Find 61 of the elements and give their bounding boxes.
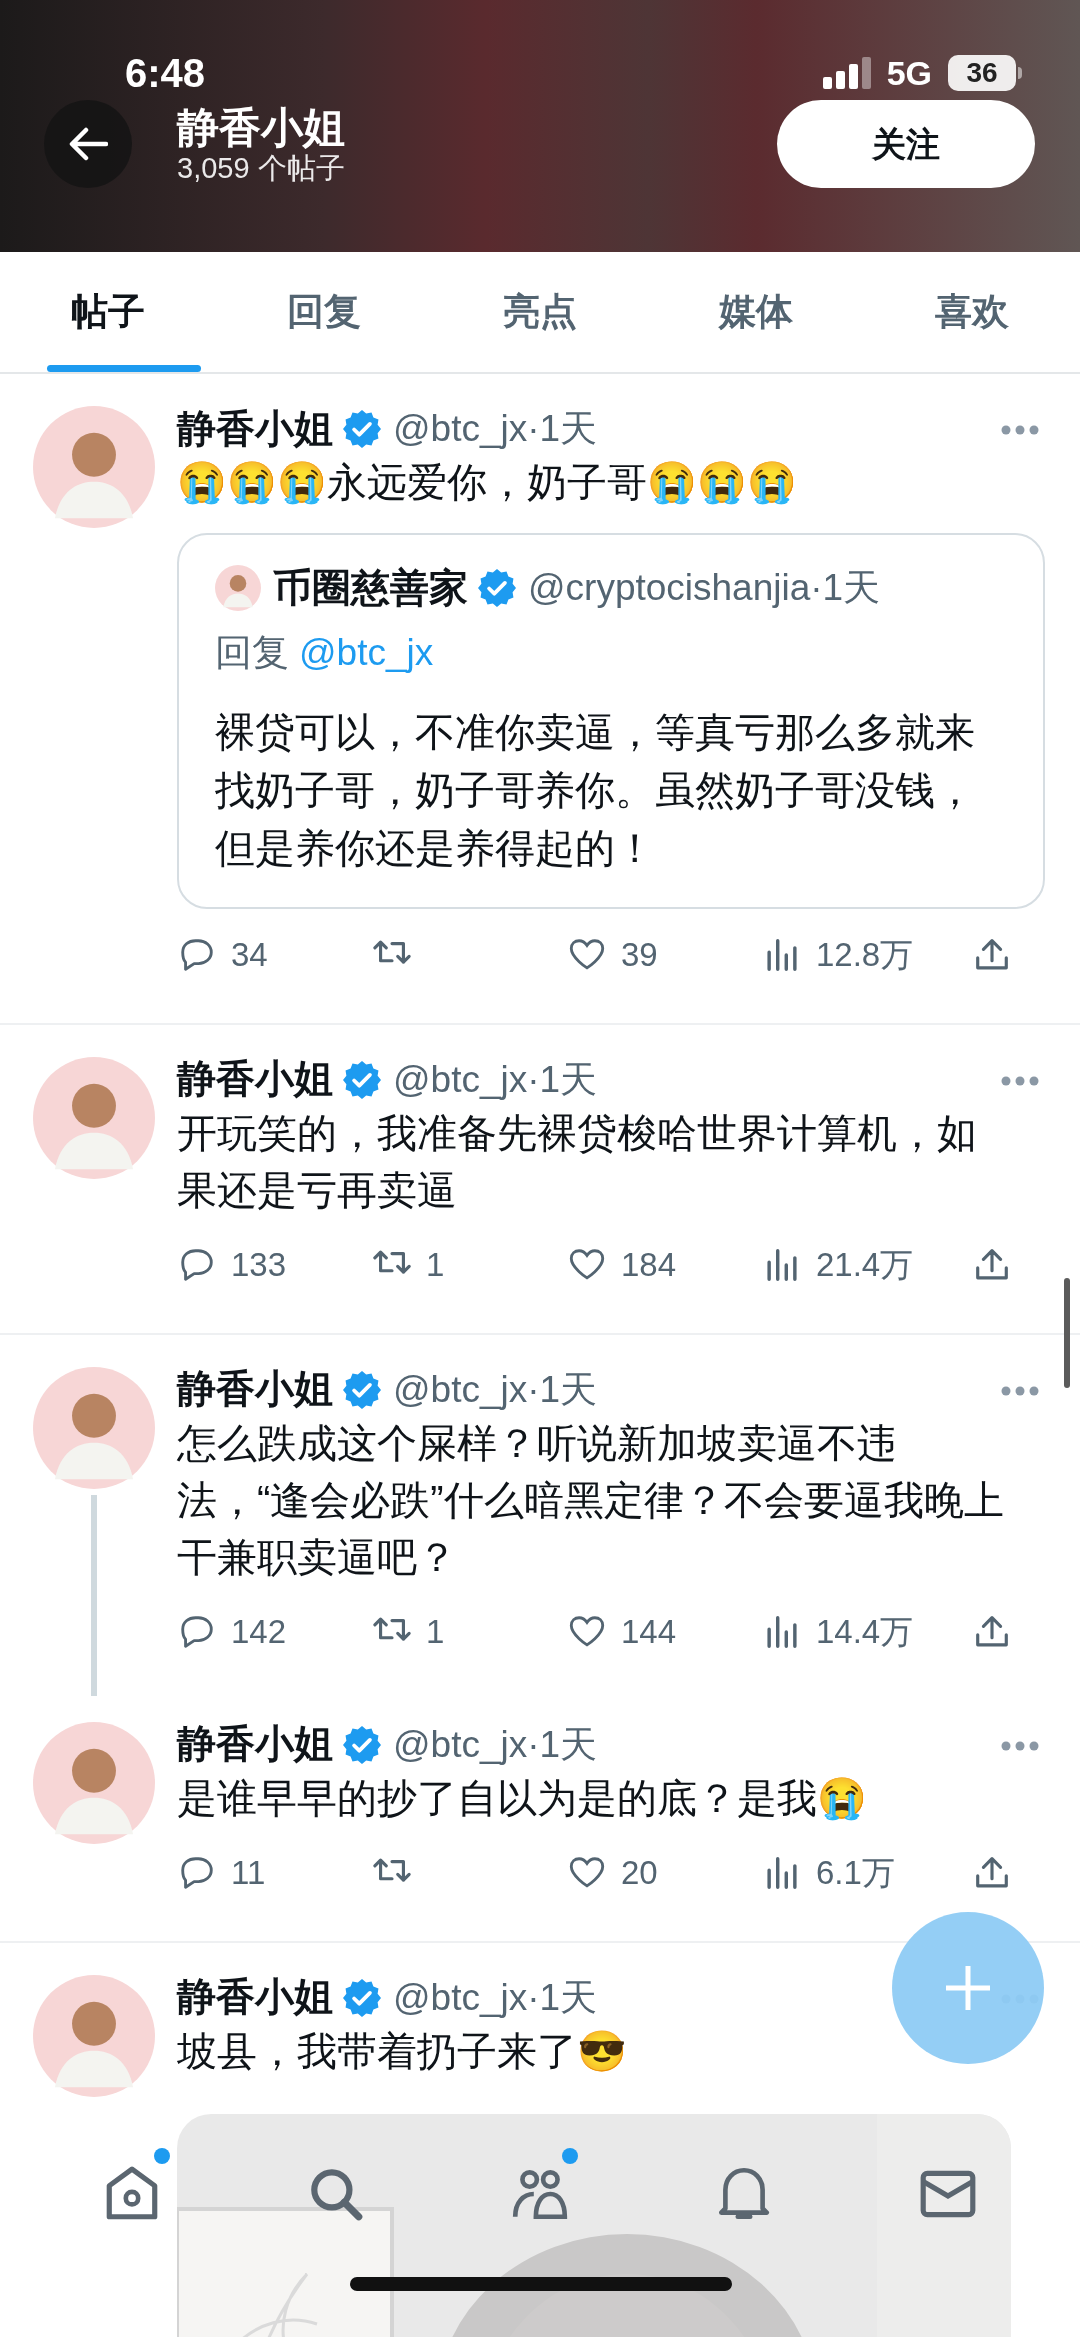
views-button[interactable]: 12.8万 (762, 924, 957, 985)
repost-button[interactable]: 1 (372, 1234, 567, 1295)
reply-button[interactable]: 34 (177, 924, 372, 985)
post[interactable]: 静香小姐 @btc_jx·1天 怎么跌成这个屎样？听说新加坡卖逼不违法，“逢会必跌”什么暗黑定律？不会要逼我晚上干兼职卖逼吧？ 142 1 144 14.4万 (0, 1334, 1080, 1690)
post-text: 😭😭😭永远爱你，奶子哥😭😭😭 (177, 459, 798, 507)
reply-label: 回复 (215, 631, 289, 675)
plus-icon (944, 1964, 992, 2012)
handle-and-time: @btc_jx·1天 (393, 407, 598, 452)
post-count: 3,059 个帖子 (177, 152, 346, 184)
profile-tab[interactable]: 亮点 (432, 252, 648, 372)
signal-icon (822, 57, 871, 89)
repost-button[interactable]: 1 (372, 1601, 567, 1662)
more-icon (1000, 1384, 1040, 1397)
profile-name: 静香小姐 (177, 104, 346, 152)
post-text: 怎么跌成这个屎样？听说新加坡卖逼不违法，“逢会必跌”什么暗黑定律？不会要逼我晚上干兼职卖逼吧？ (177, 1419, 1005, 1581)
post-text: 开玩笑的，我准备先裸贷梭哈世界计算机，如果还是亏再卖逼 (177, 1109, 978, 1214)
post[interactable]: 静香小姐 @btc_jx·1天 😭😭😭永远爱你，奶子哥😭😭😭 币圈慈善家 @cryptocishanjia·1天 回复 @btc_jx 裸贷可以，不准你卖逼，等真亏那么多就来找奶子哥，奶子哥养你。虽然奶子哥没钱，但是养你还是养得起的！ 34 39 12.8万 (0, 374, 1080, 1025)
like-button[interactable]: 144 (567, 1601, 762, 1662)
handle-and-time: @btc_jx·1天 (393, 1975, 598, 2020)
handle-and-time: @btc_jx·1天 (393, 1722, 598, 1767)
views-button[interactable]: 6.1万 (762, 1842, 957, 1903)
author-name: 静香小姐 (177, 1366, 333, 1413)
like-button[interactable]: 39 (567, 924, 762, 985)
network-label: 5G (886, 52, 932, 94)
author-name: 静香小姐 (177, 1974, 333, 2021)
verified-badge-icon (478, 569, 516, 607)
more-icon (1000, 1074, 1040, 1087)
profile-tab[interactable]: 帖子 (0, 252, 216, 372)
author-name: 静香小姐 (177, 1056, 333, 1103)
reply-button[interactable]: 11 (177, 1842, 372, 1903)
profile-tab[interactable]: 媒体 (648, 252, 864, 372)
more-icon (1000, 1739, 1040, 1752)
verified-badge-icon (343, 1725, 381, 1764)
verified-badge-icon (343, 1060, 381, 1099)
post-text: 是谁早早的抄了自以为是的底？是我😭 (177, 1774, 868, 1823)
profile-tab[interactable]: 喜欢 (864, 252, 1080, 372)
verified-badge-icon (343, 1978, 381, 2017)
profile-tab[interactable]: 回复 (216, 252, 432, 372)
quoted-text: 裸贷可以，不准你卖逼，等真亏那么多就来找奶子哥，奶子哥养你。虽然奶子哥没钱，但是养你还是养得起的！ (215, 708, 976, 872)
author-name: 币圈慈善家 (273, 564, 468, 611)
follow-button[interactable]: 关注 (777, 100, 1035, 188)
author-name: 静香小姐 (177, 405, 333, 452)
handle-and-time: @btc_jx·1天 (393, 1367, 598, 1412)
verified-badge-icon (343, 1370, 381, 1409)
reply-button[interactable]: 142 (177, 1601, 372, 1662)
verified-badge-icon (343, 410, 381, 448)
views-button[interactable]: 21.4万 (762, 1234, 957, 1295)
back-arrow-icon (68, 126, 108, 162)
more-icon (1000, 424, 1040, 436)
post[interactable]: 静香小姐 @btc_jx·1天 开玩笑的，我准备先裸贷梭哈世界计算机，如果还是亏再卖逼 133 1 184 21.4万 (0, 1024, 1080, 1335)
post-text: 坡县，我带着扔子来了😎 (177, 2027, 628, 2075)
avatar (215, 565, 261, 611)
views-button[interactable]: 14.4万 (762, 1601, 957, 1662)
clock-time: 6:48 (125, 50, 206, 97)
handle-and-time: @btc_jx·1天 (393, 1057, 598, 1102)
reply-button[interactable]: 133 (177, 1234, 372, 1295)
quoted-post[interactable]: 币圈慈善家 @cryptocishanjia·1天 回复 @btc_jx 裸贷可以，不准你卖逼，等真亏那么多就来找奶子哥，奶子哥养你。虽然奶子哥没钱，但是养你还是养得起的！ (177, 533, 1045, 909)
author-name: 静香小姐 (177, 1721, 333, 1768)
like-button[interactable]: 184 (567, 1234, 762, 1295)
handle-and-time: @cryptocishanjia·1天 (528, 566, 881, 611)
like-button[interactable]: 20 (567, 1842, 762, 1903)
